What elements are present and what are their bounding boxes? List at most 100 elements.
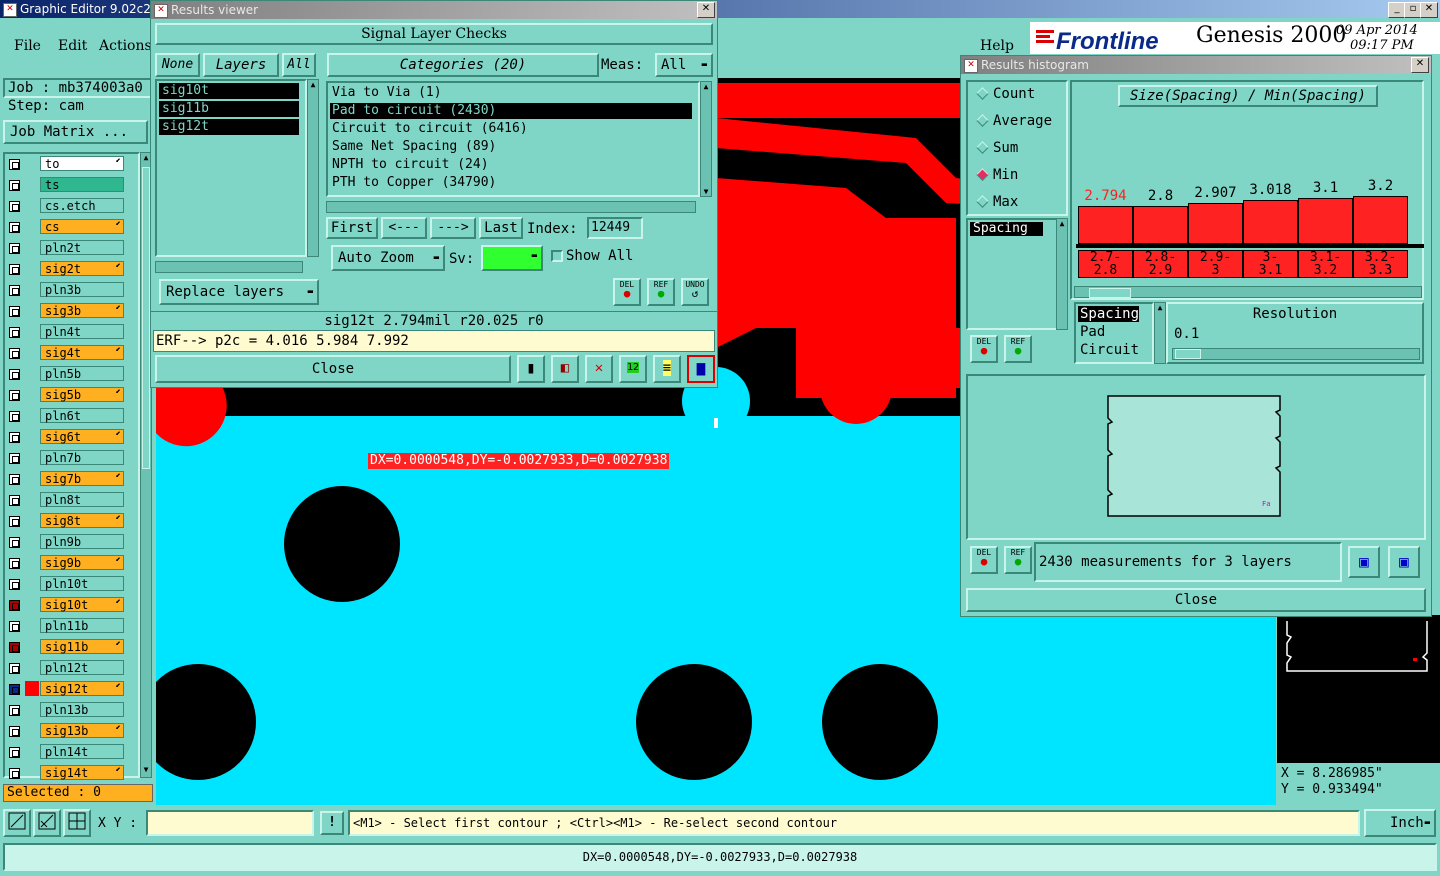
category-item[interactable]: Pad to circuit (2430) (330, 103, 692, 119)
layer-name[interactable]: sig8t (40, 513, 124, 528)
report-icon[interactable]: ▮ (517, 355, 545, 383)
layer-name[interactable]: sig9b (40, 555, 124, 570)
layer-row[interactable]: pln9b (7, 534, 125, 551)
layer-row[interactable]: pln10t (7, 576, 125, 593)
layer-row[interactable]: sig2t ⬋ (7, 261, 125, 278)
layer-checkbox[interactable] (9, 285, 20, 296)
layer-name[interactable]: pln6t (40, 408, 124, 423)
result-layer-item[interactable]: sig11b (159, 101, 299, 117)
index-input[interactable]: 12449 (587, 217, 643, 239)
layer-row[interactable]: sig3b ⬋ (7, 303, 125, 320)
layer-checkbox[interactable] (9, 726, 20, 737)
layer-name[interactable]: cs (40, 219, 124, 234)
layer-name[interactable]: to (40, 156, 124, 171)
layer-checkbox[interactable] (9, 600, 20, 611)
histogram-icon[interactable]: ▆ (687, 355, 715, 383)
mode-radio-average[interactable]: Average (976, 111, 1066, 131)
layer-name[interactable]: sig7b (40, 471, 124, 486)
layer-name[interactable]: sig10t (40, 597, 124, 612)
category-hscroll[interactable] (326, 201, 696, 213)
layer-checkbox[interactable] (9, 264, 20, 275)
layers-all-button[interactable]: All (282, 53, 316, 77)
layer-name[interactable]: sig14t (40, 765, 124, 780)
meas-dropdown[interactable]: All ▬ (655, 53, 713, 77)
layer-name[interactable]: sig11b (40, 639, 124, 654)
layer-row[interactable]: sig6t ⬋ (7, 429, 125, 446)
zoom-in-icon[interactable]: ▣ (1348, 546, 1380, 578)
histogram-close-icon[interactable]: ✕ (1411, 57, 1429, 73)
layer-checkbox[interactable] (9, 621, 20, 632)
layer-checkbox[interactable] (9, 642, 20, 653)
category-scrollbar[interactable]: ▲ ▼ (700, 81, 712, 197)
resolution-slider[interactable] (1172, 348, 1420, 360)
histogram-hscroll[interactable] (1074, 286, 1422, 298)
preview-del-icon[interactable]: DEL ● (970, 546, 998, 574)
layer-name[interactable]: ts (40, 177, 124, 192)
xy-input[interactable] (146, 810, 314, 836)
layer-name[interactable]: pln9b (40, 534, 124, 549)
layer-row[interactable]: pln8t (7, 492, 125, 509)
layers-tab[interactable]: Layers (203, 53, 279, 77)
layer-name[interactable]: sig6t (40, 429, 124, 444)
auto-zoom-dropdown[interactable]: Auto Zoom ▬ (331, 245, 445, 271)
layer-row[interactable]: sig5b ⬋ (7, 387, 125, 404)
category-item[interactable]: Circuit to circuit (6416) (330, 121, 692, 137)
export-icon[interactable]: ◧ (551, 355, 579, 383)
severity-color-dropdown[interactable]: ▬ (481, 245, 543, 271)
layer-checkbox[interactable] (9, 747, 20, 758)
layer-row[interactable]: pln12t (7, 660, 125, 677)
histogram-bar[interactable] (1353, 196, 1408, 244)
layer-checkbox[interactable] (9, 159, 20, 170)
layer-row[interactable]: cs.etch (7, 198, 125, 215)
histogram-ref-icon[interactable]: REF ● (1004, 335, 1032, 363)
replace-layers-dropdown[interactable]: Replace layers ▬ (159, 279, 319, 305)
layer-row[interactable]: sig10t ⬋ (7, 597, 125, 614)
histogram-filter-scrollbar[interactable]: ▲ (1154, 302, 1166, 364)
filter-item[interactable]: Circuit (1078, 342, 1139, 358)
layer-name[interactable]: sig5b (40, 387, 124, 402)
layer-row[interactable]: sig9b ⬋ (7, 555, 125, 572)
category-item[interactable]: Same Net Spacing (89) (330, 139, 692, 155)
measure-icon[interactable] (33, 809, 61, 837)
menu-actions[interactable]: Actions (99, 38, 152, 54)
layer-row[interactable]: pln14t (7, 744, 125, 761)
result-layer-item[interactable]: sig10t (159, 83, 299, 99)
layer-name[interactable]: pln13b (40, 702, 124, 717)
layer-name[interactable]: sig2t (40, 261, 124, 276)
layer-checkbox[interactable] (9, 369, 20, 380)
layer-row[interactable]: pln11b (7, 618, 125, 635)
categories-tab[interactable]: Categories (20) (327, 53, 599, 77)
histogram-list-scrollbar[interactable]: ▲ (1056, 218, 1068, 330)
menu-help[interactable]: Help (980, 38, 1014, 54)
layer-checkbox[interactable] (9, 390, 20, 401)
results-viewer-close-button[interactable]: Close (155, 355, 511, 383)
layer-row[interactable]: pln5b (7, 366, 125, 383)
result-layer-item[interactable]: sig12t (159, 119, 299, 135)
results-viewer-close-icon[interactable]: ✕ (697, 2, 715, 18)
next-button[interactable]: ---> (430, 217, 476, 239)
histogram-preview[interactable]: Fa (966, 374, 1426, 540)
preview-ref-icon[interactable]: REF ● (1004, 546, 1032, 574)
layer-row[interactable]: pln6t (7, 408, 125, 425)
layer-checkbox[interactable] (9, 768, 20, 779)
histogram-bar[interactable] (1243, 200, 1298, 244)
layer-name[interactable]: pln12t (40, 660, 124, 675)
layer-name[interactable]: sig3b (40, 303, 124, 318)
show-all-checkbox[interactable] (551, 250, 563, 262)
layer-name[interactable]: pln4t (40, 324, 124, 339)
layer-name[interactable]: cs.etch (40, 198, 124, 213)
layer-checkbox[interactable] (9, 432, 20, 443)
layer-checkbox[interactable] (9, 201, 20, 212)
mode-radio-max[interactable]: Max (976, 192, 1066, 212)
layer-row[interactable]: pln4t (7, 324, 125, 341)
layers-none-button[interactable]: None (155, 53, 200, 77)
layer-checkbox[interactable] (9, 327, 20, 338)
layer-name[interactable]: pln10t (40, 576, 124, 591)
layer-name[interactable]: pln3b (40, 282, 124, 297)
layer-row[interactable]: sig8t ⬋ (7, 513, 125, 530)
layer-row[interactable]: pln7b (7, 450, 125, 467)
layer-checkbox[interactable] (9, 411, 20, 422)
layer-checkbox[interactable] (9, 243, 20, 254)
undo-icon[interactable]: UNDO ↺ (681, 278, 709, 306)
layer-name[interactable]: sig4t (40, 345, 124, 360)
